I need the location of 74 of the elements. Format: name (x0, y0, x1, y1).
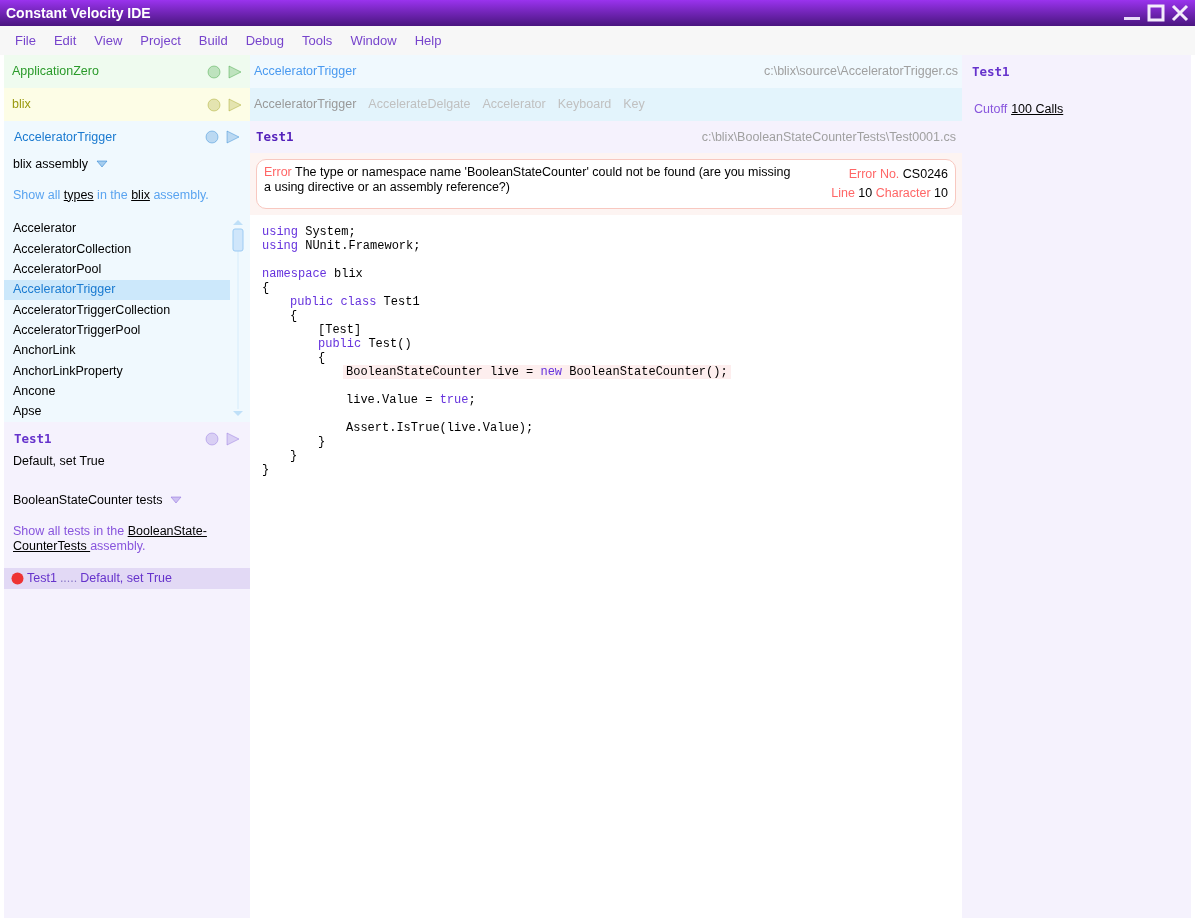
play-icon[interactable] (226, 130, 240, 145)
code-line: } (290, 449, 298, 463)
play-icon[interactable] (228, 64, 242, 79)
code-line: public Test() (318, 337, 412, 351)
code-line: public class Test1 (290, 295, 420, 309)
type-list-item[interactable]: AnchorLink (4, 340, 230, 361)
menu-item[interactable]: Build (198, 30, 228, 51)
code-line: using NUnit.Framework; (262, 239, 421, 253)
error-location: Line 10 Character 10 (831, 185, 948, 202)
menu-item[interactable]: Window (350, 30, 397, 51)
code-line: } (262, 463, 270, 477)
project-row[interactable]: ApplicationZero (4, 55, 250, 88)
play-icon[interactable] (228, 97, 242, 112)
code-line: { (318, 351, 326, 365)
code-line: } (318, 435, 326, 449)
editor-title: Test1 (256, 127, 294, 146)
type-list-item[interactable]: Accelerator (4, 218, 230, 239)
cutoff-link[interactable]: 100 Calls (1011, 99, 1064, 119)
assembly-link[interactable]: types (63, 187, 94, 202)
test-list-item[interactable]: Test1 ..... Default, set True (4, 568, 250, 590)
type-list-item[interactable]: Apse (4, 401, 230, 422)
scrollbar[interactable] (230, 218, 246, 419)
menu-item[interactable]: Tools (302, 30, 333, 51)
type-list-item[interactable]: AcceleratorPool (4, 259, 230, 280)
project-name: blix (12, 96, 31, 114)
dropdown-caret-icon[interactable] (96, 160, 109, 169)
menu-item[interactable]: Project (140, 30, 181, 51)
status-circle-icon[interactable] (205, 130, 219, 145)
code-line: Assert.IsTrue(live.Value); (346, 421, 534, 435)
code-line: live.Value = true; (346, 393, 476, 407)
status-circle-icon[interactable] (205, 432, 219, 447)
cutoff-label: Cutoff (974, 100, 1008, 118)
file-path: c:\blix\BooleanStateCounterTests\Test0001.cs (701, 128, 956, 146)
status-dot-icon (11, 572, 24, 586)
project-row[interactable]: blix (4, 88, 250, 121)
assembly-link[interactable]: CounterTests (13, 539, 91, 554)
window-title: Constant Velocity IDE (6, 3, 151, 23)
type-title: AcceleratorTrigger (14, 129, 117, 146)
profiler-title: Test1 (972, 63, 1011, 81)
assembly-link[interactable]: blix (131, 187, 150, 202)
type-list-item[interactable]: AcceleratorTrigger (4, 279, 230, 300)
show-tests-text: Show all tests in the BooleanState- CounterTests assembly. (13, 524, 208, 555)
menu-item[interactable]: Debug (245, 30, 284, 51)
menu-item[interactable]: File (15, 30, 36, 51)
assembly-dropdown[interactable]: blix assembly (13, 154, 89, 174)
assembly-link[interactable]: BooleanState- (127, 524, 207, 539)
error-message: Error The type or namespace name 'BooleanStateCounter' could not be found (are you missing a using directive or an assembly reference?) (264, 165, 792, 196)
source-class-name: AcceleratorTrigger (254, 63, 357, 81)
menu-item[interactable]: Help (414, 30, 442, 51)
show-types-text: Show all types in the blix assembly. (13, 187, 210, 203)
maximize-icon[interactable] (1147, 4, 1165, 22)
project-name: ApplicationZero (12, 63, 99, 81)
menu-item[interactable]: View (94, 30, 123, 51)
code-line: { (262, 281, 270, 295)
status-circle-icon[interactable] (207, 64, 221, 79)
status-circle-icon[interactable] (207, 97, 221, 112)
type-list-item[interactable]: AcceleratorTriggerPool (4, 320, 230, 341)
error-number: Error No. CS0246 (848, 166, 948, 183)
play-icon[interactable] (226, 432, 240, 447)
dropdown-caret-icon[interactable] (170, 495, 183, 504)
code-line: namespace blix (262, 267, 363, 281)
code-line: { (290, 309, 298, 323)
code-line: using System; (262, 225, 356, 239)
type-list-item[interactable]: AcceleratorCollection (4, 238, 230, 260)
menu-item[interactable]: Edit (53, 30, 77, 51)
test-subtitle: Default, set True (12, 452, 106, 470)
type-list-item[interactable]: AcceleratorTriggerCollection (4, 299, 230, 321)
test-group-dropdown[interactable]: BooleanStateCounter tests (13, 490, 163, 510)
close-icon[interactable] (1171, 4, 1189, 22)
type-list-item[interactable]: Ancone (4, 381, 230, 402)
file-path: c:\blix\source\AcceleratorTrigger.cs (763, 63, 958, 81)
type-list-item[interactable]: AnchorLinkProperty (4, 360, 230, 382)
code-line: [Test] (318, 323, 362, 337)
test-title: Test1 (14, 430, 52, 448)
